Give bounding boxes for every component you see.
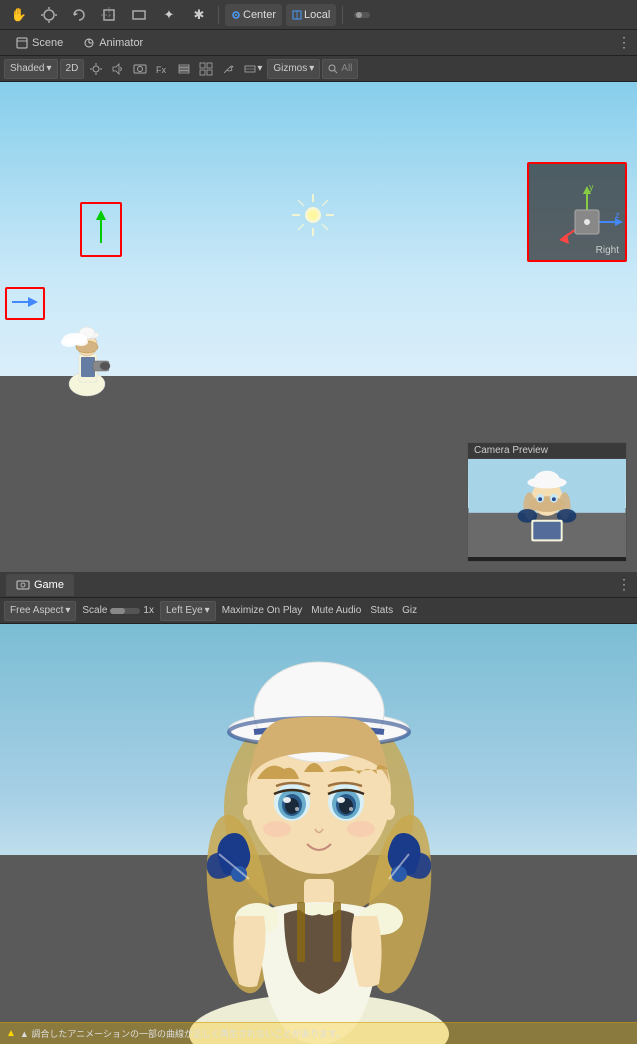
scene-tabs-row: Scene Animator ⋮ xyxy=(0,30,637,56)
orientation-gizmo[interactable]: y z Right xyxy=(527,162,627,262)
scene-tab[interactable]: Scene xyxy=(6,32,73,54)
animator-tab-label: Animator xyxy=(99,37,143,49)
gizmos-game-label: Giz xyxy=(402,605,417,616)
scene-icon xyxy=(16,37,28,49)
mute-audio-btn[interactable]: Mute Audio xyxy=(308,601,364,621)
stats-btn[interactable]: Stats xyxy=(367,601,396,621)
animator-icon xyxy=(83,37,95,49)
layer-icon xyxy=(243,62,257,76)
mute-label: Mute Audio xyxy=(311,605,361,616)
scale-value: 1x xyxy=(143,605,154,616)
game-character-svg xyxy=(129,624,509,1044)
separator-2 xyxy=(342,6,343,24)
light-toggle[interactable] xyxy=(86,59,106,79)
search-field[interactable]: All xyxy=(322,59,358,79)
svg-text:Fx: Fx xyxy=(156,65,166,75)
status-text: ▲ 調合したアニメーションの一部の曲線が正しく再生されないことがあります。 xyxy=(20,1027,345,1040)
camera-preview-viewport xyxy=(468,459,626,557)
sun-object xyxy=(290,192,330,232)
separator-1 xyxy=(218,6,219,24)
custom-tool[interactable]: ✱ xyxy=(186,3,212,27)
local-toggle-btn[interactable]: Local xyxy=(286,4,336,26)
center-pivot-btn[interactable]: Center xyxy=(225,4,282,26)
game-tab[interactable]: Game xyxy=(6,574,74,596)
layers-icon xyxy=(177,62,191,76)
bottom-status-bar: ▲ ▲ 調合したアニメーションの一部の曲線が正しく再生されないことがあります。 xyxy=(0,1022,637,1044)
rotate-tool[interactable] xyxy=(66,3,92,27)
warning-icon: ▲ xyxy=(6,1028,16,1039)
scene-tab-label: Scene xyxy=(32,37,63,49)
svg-text:y: y xyxy=(589,182,594,192)
wrench-toggle[interactable] xyxy=(218,59,238,79)
blue-arrow-gizmo[interactable] xyxy=(5,287,45,320)
top-toolbar: ✋ ✦ ✱ Center xyxy=(0,0,637,30)
green-arrow-gizmo[interactable] xyxy=(80,202,122,257)
light-icon xyxy=(89,62,103,76)
camera-preview-title: Camera Preview xyxy=(468,443,626,459)
free-aspect-dropdown[interactable]: Free Aspect ▾ xyxy=(4,601,76,621)
layer-dropdown[interactable]: ▾ xyxy=(240,59,265,79)
gizmo-cube-inner: y z xyxy=(547,182,607,242)
camera-preview-panel: Camera Preview xyxy=(467,442,627,562)
search-icon xyxy=(328,64,338,74)
center-label: Center xyxy=(243,9,276,21)
local-label: Local xyxy=(304,9,330,21)
fx-icon: Fx xyxy=(155,62,169,76)
game-view: ▲ ▲ 調合したアニメーションの一部の曲線が正しく再生されないことがあります。 xyxy=(0,624,637,1044)
audio-toggle[interactable] xyxy=(108,59,128,79)
move-tool[interactable] xyxy=(36,3,62,27)
game-toolbar: Free Aspect ▾ Scale 1x Left Eye ▾ Maximi… xyxy=(0,598,637,624)
gizmos-dropdown[interactable]: Gizmos ▾ xyxy=(267,59,320,79)
game-tabs-more-menu[interactable]: ⋮ xyxy=(617,576,631,593)
scale-label: Scale xyxy=(82,605,107,616)
grid-toggle[interactable] xyxy=(196,59,216,79)
rect-tool[interactable] xyxy=(126,3,152,27)
2d-toggle[interactable]: 2D xyxy=(60,59,85,79)
left-eye-arrow: ▾ xyxy=(205,605,210,616)
game-icon xyxy=(16,580,30,590)
dropdown-arrow: ▾ xyxy=(46,63,51,74)
scale-control[interactable]: Scale 1x xyxy=(79,601,157,621)
scene-view-toolbar: Shaded ▾ 2D Fx xyxy=(0,56,637,82)
audio-icon xyxy=(111,62,125,76)
scale-tool[interactable] xyxy=(96,3,122,27)
fx-toggle[interactable]: Fx xyxy=(152,59,172,79)
scene-view: y z Right Camera Preview xyxy=(0,82,637,572)
free-aspect-arrow: ▾ xyxy=(65,605,70,616)
left-eye-label: Left Eye xyxy=(166,605,203,616)
grid-icon xyxy=(199,62,213,76)
scene-character xyxy=(55,309,120,402)
svg-text:z: z xyxy=(615,210,620,220)
shaded-dropdown[interactable]: Shaded ▾ xyxy=(4,59,58,79)
animator-tab[interactable]: Animator xyxy=(73,32,153,54)
tabs-more-menu[interactable]: ⋮ xyxy=(617,34,631,51)
game-tab-label: Game xyxy=(34,579,64,591)
wrench-icon xyxy=(221,62,235,76)
hand-tool[interactable]: ✋ xyxy=(6,3,32,27)
stats-label: Stats xyxy=(370,605,393,616)
scale-slider[interactable] xyxy=(110,608,140,614)
camera-icon-btn[interactable] xyxy=(130,59,150,79)
game-tabs-row: Game ⋮ xyxy=(0,572,637,598)
camera-icon xyxy=(133,62,147,76)
gizmos-arrow: ▾ xyxy=(309,63,314,74)
left-eye-dropdown[interactable]: Left Eye ▾ xyxy=(160,601,216,621)
free-aspect-label: Free Aspect xyxy=(10,605,63,616)
layers-toggle[interactable] xyxy=(174,59,194,79)
gizmo-right-label: Right xyxy=(596,245,619,256)
maximize-label: Maximize On Play xyxy=(222,605,303,616)
maximize-on-play-btn[interactable]: Maximize On Play xyxy=(219,601,306,621)
transform-tool[interactable]: ✦ xyxy=(156,3,182,27)
extra-tool[interactable] xyxy=(349,3,375,27)
gizmos-game-btn[interactable]: Giz xyxy=(399,601,420,621)
